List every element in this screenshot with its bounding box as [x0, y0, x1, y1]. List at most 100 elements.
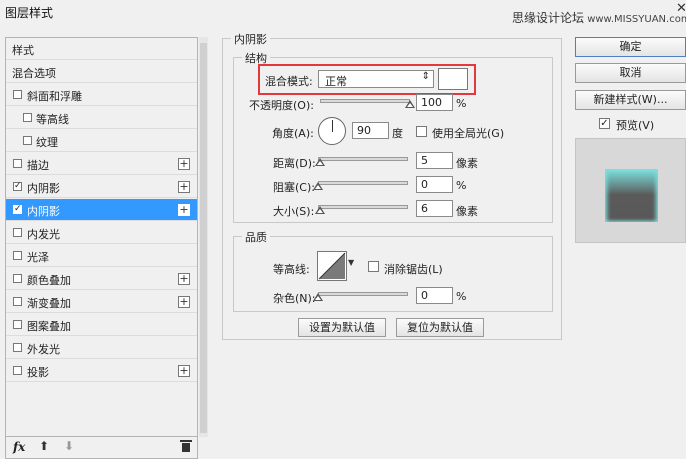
- angle-input[interactable]: 90: [352, 122, 389, 139]
- add-effect-icon[interactable]: +: [178, 204, 190, 216]
- distance-input[interactable]: 5: [416, 152, 453, 169]
- cancel-button[interactable]: 取消: [575, 63, 686, 83]
- style-checkbox[interactable]: [13, 274, 22, 283]
- choke-label: 阻塞(C):: [273, 181, 315, 194]
- noise-slider[interactable]: [313, 289, 408, 301]
- preview-box: [575, 138, 686, 243]
- watermark: 思缘设计论坛 www.MISSYUAN.com: [512, 9, 686, 26]
- style-list-item[interactable]: 光泽: [6, 245, 197, 267]
- style-checkbox[interactable]: [13, 159, 22, 168]
- style-list-scrollbar[interactable]: [199, 37, 208, 437]
- close-icon[interactable]: ✕: [676, 1, 686, 16]
- scrollbar-thumb[interactable]: [200, 43, 207, 433]
- style-checkbox[interactable]: ✓: [13, 205, 22, 214]
- choke-slider[interactable]: [313, 178, 408, 190]
- size-input[interactable]: 6: [416, 200, 453, 217]
- style-list-item[interactable]: 内发光: [6, 222, 197, 244]
- style-list-item-label: 内发光: [27, 228, 60, 241]
- style-checkbox[interactable]: [23, 113, 32, 122]
- style-list-item[interactable]: 渐变叠加 +: [6, 291, 197, 313]
- blend-mode-select[interactable]: 正常 ⇕: [318, 70, 434, 88]
- reset-default-button[interactable]: 复位为默认值: [396, 318, 484, 337]
- style-list-item[interactable]: ✓ 内阴影 +: [6, 199, 197, 221]
- global-light-checkbox[interactable]: [416, 126, 427, 137]
- style-list-item[interactable]: 纹理: [6, 130, 197, 152]
- add-effect-icon[interactable]: +: [178, 365, 190, 377]
- new-style-button[interactable]: 新建样式(W)...: [575, 90, 686, 110]
- distance-knob[interactable]: [314, 158, 325, 166]
- style-checkbox[interactable]: ✓: [13, 182, 22, 191]
- angle-unit: 度: [392, 127, 403, 140]
- style-checkbox[interactable]: [13, 343, 22, 352]
- distance-slider[interactable]: [314, 154, 408, 166]
- style-list-item-label: 渐变叠加: [27, 297, 71, 310]
- noise-unit: %: [456, 290, 467, 303]
- style-list-item[interactable]: 样式: [6, 38, 197, 60]
- inner-shadow-title: 内阴影: [231, 31, 270, 47]
- choke-input[interactable]: 0: [416, 176, 453, 193]
- style-checkbox[interactable]: [13, 320, 22, 329]
- style-list-item-label: 混合选项: [12, 67, 56, 80]
- add-effect-icon[interactable]: +: [178, 181, 190, 193]
- noise-input[interactable]: 0: [416, 287, 453, 304]
- style-list-item-label: 纹理: [36, 136, 58, 149]
- angle-label: 角度(A):: [272, 127, 314, 140]
- style-list-item[interactable]: 混合选项: [6, 61, 197, 83]
- shadow-color-swatch[interactable]: [438, 68, 468, 90]
- add-effect-icon[interactable]: +: [178, 158, 190, 170]
- blend-mode-label: 混合模式:: [265, 75, 313, 88]
- trash-icon[interactable]: [180, 440, 192, 452]
- style-list-item[interactable]: 颜色叠加 +: [6, 268, 197, 290]
- style-list-item-label: 外发光: [27, 343, 60, 356]
- style-list-item[interactable]: 投影 +: [6, 360, 197, 382]
- style-checkbox[interactable]: [23, 136, 32, 145]
- contour-linear-icon: [318, 252, 346, 280]
- anti-alias-checkbox[interactable]: [368, 261, 379, 272]
- style-list-item-label: 描边: [27, 159, 49, 172]
- angle-dial[interactable]: [318, 117, 346, 145]
- add-effect-icon[interactable]: +: [178, 273, 190, 285]
- blend-mode-value: 正常: [325, 75, 347, 88]
- opacity-slider[interactable]: [320, 96, 415, 108]
- style-list-item[interactable]: 外发光: [6, 337, 197, 359]
- preview-checkbox[interactable]: ✓: [599, 118, 610, 129]
- style-list-item-label: 投影: [27, 366, 49, 379]
- style-checkbox[interactable]: [13, 297, 22, 306]
- style-list-item-label: 样式: [12, 44, 34, 57]
- style-checkbox[interactable]: [13, 366, 22, 375]
- noise-knob[interactable]: [313, 293, 323, 301]
- ok-button[interactable]: 确定: [575, 37, 686, 57]
- preview-label: 预览(V): [616, 119, 655, 132]
- style-checkbox[interactable]: [13, 251, 22, 260]
- opacity-input[interactable]: 100: [416, 94, 453, 111]
- choke-knob[interactable]: [313, 182, 323, 190]
- choke-unit: %: [456, 179, 467, 192]
- contour-dropdown-icon[interactable]: ▼: [348, 258, 354, 267]
- size-knob[interactable]: [314, 206, 325, 214]
- opacity-knob[interactable]: [405, 100, 415, 108]
- contour-picker[interactable]: [317, 251, 347, 281]
- fx-icon[interactable]: fx: [13, 440, 25, 454]
- title-bar: 图层样式 思缘设计论坛 www.MISSYUAN.com ✕: [0, 0, 686, 25]
- arrow-down-icon[interactable]: ⬇: [64, 439, 74, 453]
- style-list-item-label: 内阴影: [27, 182, 60, 195]
- style-checkbox[interactable]: [13, 90, 22, 99]
- opacity-label: 不透明度(O):: [249, 99, 314, 112]
- arrow-up-icon[interactable]: ⬆: [39, 439, 49, 453]
- dialog-title: 图层样式: [5, 6, 54, 20]
- add-effect-icon[interactable]: +: [178, 296, 190, 308]
- style-checkbox[interactable]: [13, 228, 22, 237]
- set-default-button[interactable]: 设置为默认值: [298, 318, 386, 337]
- style-list-item[interactable]: 等高线: [6, 107, 197, 129]
- size-slider[interactable]: [314, 202, 408, 214]
- distance-unit: 像素: [456, 157, 478, 170]
- quality-title: 品质: [242, 229, 270, 245]
- updown-arrow-icon: ⇕: [421, 71, 430, 82]
- style-list-item[interactable]: 描边 +: [6, 153, 197, 175]
- size-label: 大小(S):: [273, 205, 315, 218]
- style-list-item[interactable]: ✓ 内阴影 +: [6, 176, 197, 198]
- style-list-item[interactable]: 图案叠加: [6, 314, 197, 336]
- watermark-url: www.MISSYUAN.com: [587, 14, 686, 25]
- watermark-cn: 思缘设计论坛: [512, 11, 585, 25]
- style-list-item[interactable]: 斜面和浮雕: [6, 84, 197, 106]
